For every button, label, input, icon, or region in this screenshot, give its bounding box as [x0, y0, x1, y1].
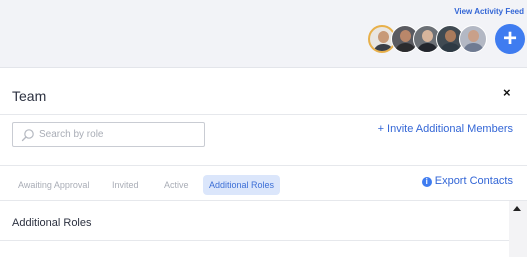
export-contacts-link[interactable]: i Export Contacts [421, 175, 513, 187]
panel-title: Team [12, 88, 47, 104]
scrollbar[interactable] [509, 201, 527, 257]
invite-members-link[interactable]: + Invite Additional Members [378, 123, 513, 135]
top-bar: View Activity Feed + [0, 0, 527, 62]
search-input[interactable] [39, 126, 199, 143]
section-title: Additional Roles [12, 217, 92, 229]
close-icon[interactable]: × [503, 85, 511, 100]
divider [0, 240, 527, 241]
add-button[interactable]: + [495, 24, 525, 54]
scroll-up-arrow-icon[interactable] [513, 206, 521, 211]
divider [0, 200, 527, 201]
view-activity-feed-link[interactable]: View Activity Feed [454, 7, 524, 16]
tab-additional-roles[interactable]: Additional Roles [203, 175, 281, 195]
team-panel: Team × + Invite Additional Members Await… [0, 67, 527, 257]
tab-awaiting-approval[interactable]: Awaiting Approval [18, 175, 89, 195]
tab-active[interactable]: Active [164, 175, 189, 195]
divider [0, 165, 527, 166]
search-icon [21, 129, 34, 142]
info-icon: i [421, 177, 432, 187]
search-box[interactable] [12, 122, 205, 147]
divider [0, 114, 527, 115]
team-member-avatar-5[interactable] [459, 25, 487, 53]
tab-invited[interactable]: Invited [112, 175, 139, 195]
export-contacts-label: Export Contacts [434, 175, 513, 187]
